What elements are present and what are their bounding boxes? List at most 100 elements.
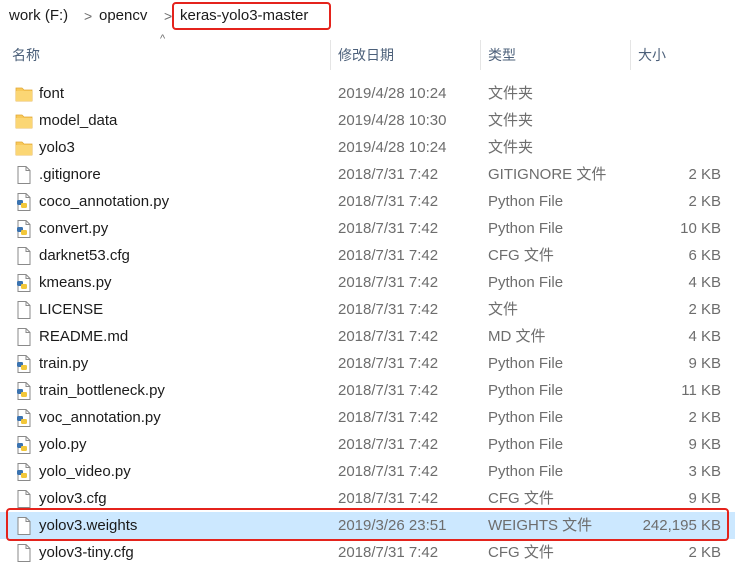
file-type: Python File [488, 463, 564, 480]
file-modified-date: 2019/4/28 10:24 [338, 85, 447, 102]
file-row[interactable]: yolov3.cfg 2018/7/31 7:42 CFG 文件 9 KB [0, 485, 735, 512]
file-modified-date: 2018/7/31 7:42 [338, 247, 439, 264]
file-name: darknet53.cfg [39, 247, 130, 264]
file-name: font [39, 85, 65, 102]
file-modified-date: 2018/7/31 7:42 [338, 328, 439, 345]
file-row[interactable]: README.md 2018/7/31 7:42 MD 文件 4 KB [0, 323, 735, 350]
file-row[interactable]: train.py 2018/7/31 7:42 Python File 9 KB [0, 350, 735, 377]
file-modified-date: 2018/7/31 7:42 [338, 409, 439, 426]
file-name: voc_annotation.py [39, 409, 161, 426]
file-name: LICENSE [39, 301, 104, 318]
file-row[interactable]: convert.py 2018/7/31 7:42 Python File 10 KB [0, 215, 735, 242]
python-file-icon [15, 462, 33, 482]
file-type: 文件夹 [488, 139, 534, 156]
file-modified-date: 2019/4/28 10:30 [338, 112, 447, 129]
file-modified-date: 2018/7/31 7:42 [338, 544, 439, 561]
python-file-icon [15, 408, 33, 428]
file-type: Python File [488, 382, 564, 399]
file-type: CFG 文件 [488, 490, 554, 507]
file-size: 11 KB [681, 382, 721, 399]
file-type: GITIGNORE 文件 [488, 166, 607, 183]
python-file-icon [15, 273, 33, 293]
file-row[interactable]: font 2019/4/28 10:24 文件夹 [0, 80, 735, 107]
file-name: kmeans.py [39, 274, 112, 291]
file-row[interactable]: coco_annotation.py 2018/7/31 7:42 Python F… [0, 188, 735, 215]
file-type: 文件夹 [488, 112, 534, 129]
file-name: README.md [39, 328, 129, 345]
breadcrumb-item-drive[interactable]: work (F:) [9, 6, 68, 26]
file-modified-date: 2018/7/31 7:42 [338, 463, 439, 480]
highlight-box-breadcrumb [172, 2, 331, 30]
file-name: convert.py [39, 220, 109, 237]
file-row[interactable]: yolo_video.py 2018/7/31 7:42 Python File 3 … [0, 458, 735, 485]
file-type: 文件夹 [488, 85, 534, 102]
column-header-date[interactable]: 修改日期 [338, 38, 394, 72]
file-row[interactable]: yolo.py 2018/7/31 7:42 Python File 9 KB [0, 431, 735, 458]
file-row[interactable]: model_data 2019/4/28 10:30 文件夹 [0, 107, 735, 134]
file-icon [15, 246, 33, 266]
column-divider[interactable] [480, 40, 481, 70]
file-modified-date: 2018/7/31 7:42 [338, 490, 439, 507]
file-type: Python File [488, 355, 564, 372]
file-name: coco_annotation.py [39, 193, 170, 210]
file-type: Python File [488, 274, 564, 291]
file-icon [15, 543, 33, 563]
file-size: 6 KB [688, 247, 721, 264]
file-row[interactable]: darknet53.cfg 2018/7/31 7:42 CFG 文件 6 KB [0, 242, 735, 269]
file-size: 2 KB [688, 409, 721, 426]
file-name: train_bottleneck.py [39, 382, 165, 399]
file-row[interactable]: train_bottleneck.py 2018/7/31 7:42 Python … [0, 377, 735, 404]
file-row[interactable]: yolov3.weights 2019/3/26 23:51 WEIGHTS 文件 2… [0, 512, 735, 539]
file-icon [15, 327, 33, 347]
file-modified-date: 2018/7/31 7:42 [338, 193, 439, 210]
file-size: 9 KB [688, 436, 721, 453]
file-row[interactable]: kmeans.py 2018/7/31 7:42 Python File 4 KB [0, 269, 735, 296]
python-file-icon [15, 219, 33, 239]
file-modified-date: 2019/4/28 10:24 [338, 139, 447, 156]
file-type: Python File [488, 436, 564, 453]
python-file-icon [15, 435, 33, 455]
file-size: 9 KB [688, 490, 721, 507]
file-name: yolo.py [39, 436, 87, 453]
column-header-name[interactable]: 名称 [12, 38, 40, 72]
file-name: yolo3 [39, 139, 75, 156]
file-modified-date: 2018/7/31 7:42 [338, 166, 439, 183]
chevron-right-icon[interactable]: > [84, 6, 92, 26]
breadcrumb-item-opencv[interactable]: opencv [99, 6, 147, 26]
file-row[interactable]: yolov3-tiny.cfg 2018/7/31 7:42 CFG 文件 2 KB [0, 539, 735, 566]
file-modified-date: 2018/7/31 7:42 [338, 436, 439, 453]
chevron-right-icon[interactable]: > [164, 6, 172, 26]
file-size: 242,195 KB [642, 517, 721, 534]
file-type: Python File [488, 193, 564, 210]
file-name: yolov3.cfg [39, 490, 107, 507]
python-file-icon [15, 381, 33, 401]
file-size: 2 KB [688, 301, 721, 318]
file-name: model_data [39, 112, 118, 129]
file-icon [15, 165, 33, 185]
file-modified-date: 2019/3/26 23:51 [338, 517, 447, 534]
file-row[interactable]: LICENSE 2018/7/31 7:42 文件 2 KB [0, 296, 735, 323]
column-header-type[interactable]: 类型 [488, 38, 516, 72]
file-size: 2 KB [688, 544, 721, 561]
file-row[interactable]: voc_annotation.py 2018/7/31 7:42 Python Fi… [0, 404, 735, 431]
folder-icon [15, 138, 33, 158]
column-headers: ^ 名称 修改日期 类型 大小 [0, 33, 735, 72]
file-size: 2 KB [688, 166, 721, 183]
file-type: CFG 文件 [488, 544, 554, 561]
file-name: train.py [39, 355, 89, 372]
file-size: 10 KB [680, 220, 721, 237]
file-icon [15, 516, 33, 536]
file-type: CFG 文件 [488, 247, 554, 264]
file-modified-date: 2018/7/31 7:42 [338, 382, 439, 399]
column-divider[interactable] [330, 40, 331, 70]
file-row[interactable]: yolo3 2019/4/28 10:24 文件夹 [0, 134, 735, 161]
column-header-size[interactable]: 大小 [638, 38, 666, 72]
file-type: Python File [488, 220, 564, 237]
file-type: WEIGHTS 文件 [488, 517, 593, 534]
file-modified-date: 2018/7/31 7:42 [338, 220, 439, 237]
file-modified-date: 2018/7/31 7:42 [338, 355, 439, 372]
column-divider[interactable] [630, 40, 631, 70]
file-size: 3 KB [688, 463, 721, 480]
file-name: yolo_video.py [39, 463, 131, 480]
file-row[interactable]: .gitignore 2018/7/31 7:42 GITIGNORE 文件 2 KB [0, 161, 735, 188]
